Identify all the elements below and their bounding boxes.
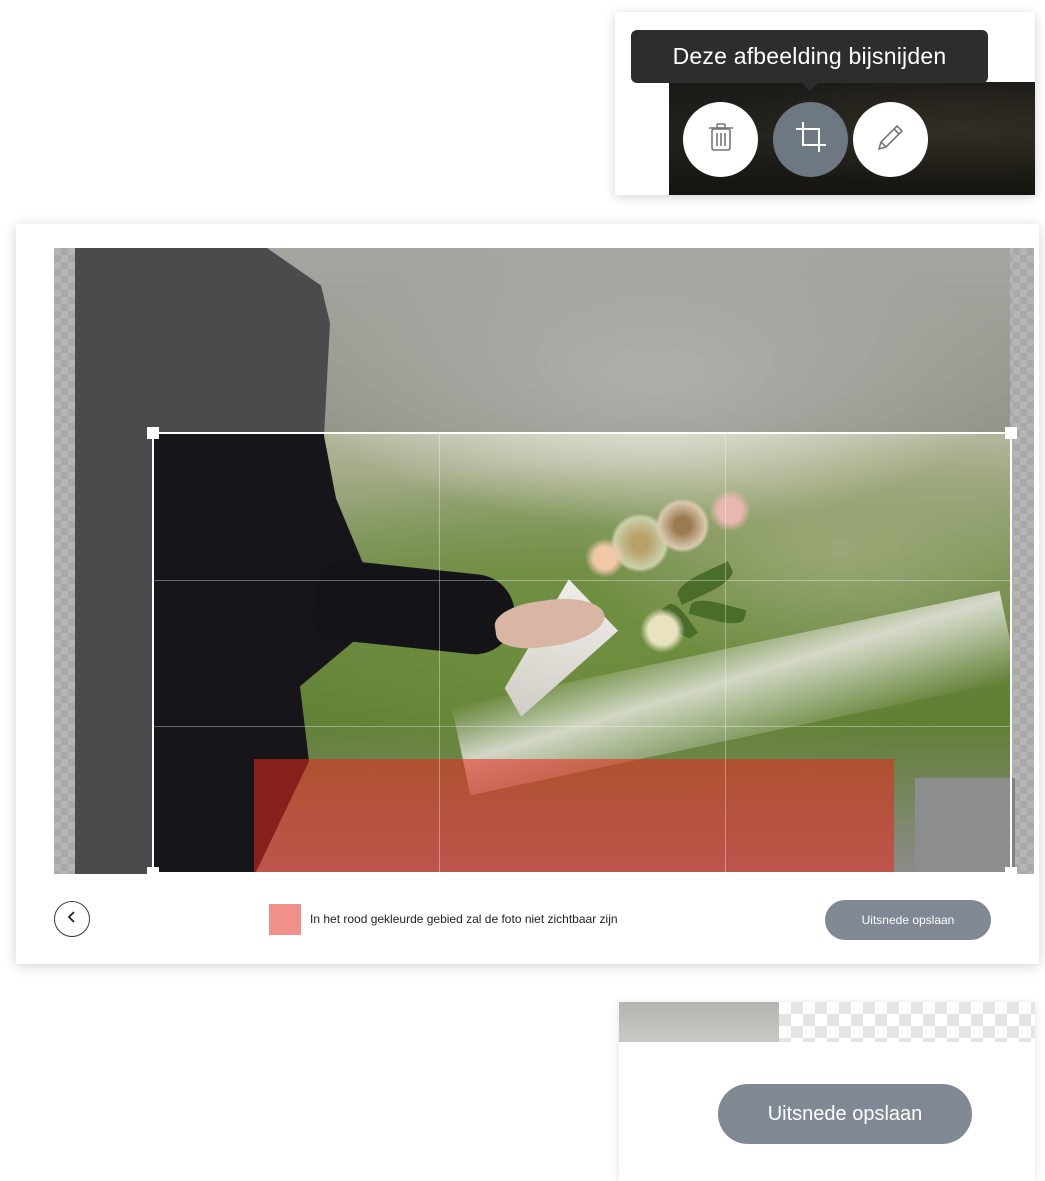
delete-image-button[interactable] [683, 102, 758, 177]
legend-swatch [269, 904, 301, 935]
save-zoom-panel: Uitsnede opslaan [619, 1002, 1035, 1181]
pencil-icon [875, 121, 907, 158]
save-crop-button-zoomed[interactable]: Uitsnede opslaan [718, 1084, 972, 1144]
chevron-left-icon [66, 910, 78, 928]
edit-image-button[interactable] [853, 102, 928, 177]
crop-overlay-left [54, 432, 152, 874]
crop-image-button[interactable] [773, 102, 848, 177]
crop-overlay-right [1012, 432, 1034, 874]
crop-grid-line [724, 434, 726, 872]
photo-edge [619, 1002, 779, 1042]
crop-handle-top-right[interactable] [1005, 427, 1017, 439]
crop-icon [794, 120, 828, 159]
save-crop-button[interactable]: Uitsnede opslaan [825, 900, 991, 940]
tooltip-arrow [801, 82, 819, 91]
crop-handle-bottom-left[interactable] [147, 867, 159, 874]
crop-editor-panel: In het rood gekleurde gebied zal de foto… [16, 224, 1039, 964]
crop-grid-line [154, 725, 1010, 727]
crop-overlay-top [54, 248, 1034, 432]
crop-handle-top-left[interactable] [147, 427, 159, 439]
trash-icon [708, 122, 734, 157]
crop-tooltip: Deze afbeelding bijsnijden [631, 30, 988, 83]
back-button[interactable] [54, 901, 90, 937]
page: Deze afbeelding bijsnijden In het rood g… [0, 0, 1045, 1181]
crop-grid-line [154, 579, 1010, 581]
transparent-background [779, 1002, 1035, 1042]
legend-text: In het rood gekleurde gebied zal de foto… [310, 912, 618, 926]
toolbar-zoom-panel: Deze afbeelding bijsnijden [615, 12, 1035, 195]
crop-frame[interactable] [147, 427, 1017, 874]
crop-handle-bottom-right[interactable] [1005, 867, 1017, 874]
crop-grid-line [439, 434, 441, 872]
crop-canvas[interactable] [54, 248, 1034, 874]
